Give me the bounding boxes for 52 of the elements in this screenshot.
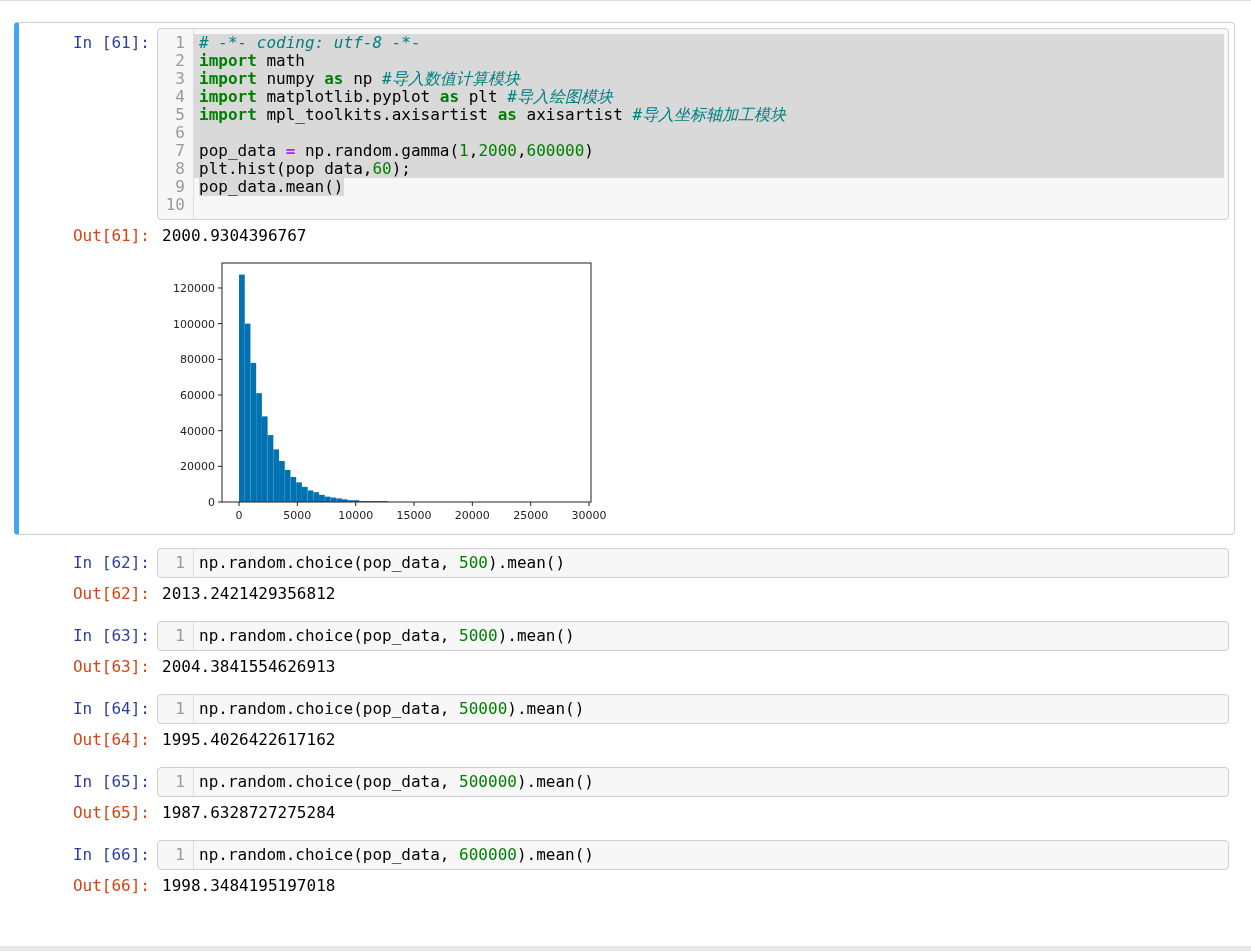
input-prompt: In [65]: [71, 771, 151, 791]
line-number: 9 [174, 178, 186, 196]
line-number: 3 [174, 70, 186, 88]
input-prompt: In [61]: [71, 32, 151, 52]
line-number: 1 [174, 34, 186, 52]
code-line: np.random.choice(pop_data, 500000).mean() [198, 773, 595, 791]
x-tick-label: 10000 [338, 509, 374, 522]
output-prompt: Out[66]: [71, 876, 151, 896]
output-text: 1987.6328727275284 [162, 803, 336, 823]
output-prompt: Out[64]: [71, 730, 151, 750]
output-text: 1998.3484195197018 [162, 876, 336, 896]
y-tick-label: 80000 [180, 353, 215, 367]
line-number: 6 [174, 124, 186, 142]
code-line: np.random.choice(pop_data, 500).mean() [198, 554, 567, 572]
x-tick-label: 20000 [454, 509, 490, 522]
line-number: 1 [174, 627, 186, 645]
line-number: 7 [174, 142, 186, 160]
input-prompt: In [64]: [71, 698, 151, 718]
output-prompt: Out[63]: [71, 657, 151, 677]
line-number: 2 [174, 52, 186, 70]
line-number: 1 [174, 773, 186, 791]
y-tick-label: 0 [208, 496, 215, 509]
y-tick-label: 100000 [173, 317, 215, 331]
line-number: 1 [174, 700, 186, 718]
output-text: 1995.4026422617162 [162, 730, 336, 750]
y-tick-label: 20000 [180, 460, 215, 474]
output-text: 2000.9304396767 [162, 226, 308, 246]
code-line: np.random.choice(pop_data, 5000).mean() [198, 627, 576, 645]
y-tick-label: 40000 [180, 424, 215, 438]
line-number: 1 [174, 846, 186, 864]
output-prompt: Out[65]: [71, 803, 151, 823]
x-tick-label: 25000 [513, 509, 549, 522]
code-line: np.random.choice(pop_data, 600000).mean() [198, 846, 595, 864]
output-prompt: Out[62]: [71, 584, 151, 604]
input-prompt: In [63]: [71, 625, 151, 645]
line-number: 10 [164, 196, 186, 214]
output-prompt: Out[61]: [71, 226, 151, 246]
y-tick-label: 60000 [180, 389, 215, 402]
input-prompt: In [66]: [71, 844, 151, 864]
output-text: 2004.3841554626913 [162, 657, 336, 677]
x-tick-label: 0 [235, 509, 243, 522]
x-tick-label: 15000 [396, 509, 432, 522]
line-number: 4 [174, 88, 186, 106]
line-number: 5 [174, 106, 186, 124]
x-tick-label: 5000 [283, 509, 312, 522]
line-number: 1 [174, 554, 186, 572]
code-line: np.random.choice(pop_data, 50000).mean() [198, 700, 586, 718]
x-tick-label: 30000 [571, 509, 607, 522]
line-number: 8 [174, 160, 186, 178]
y-tick-label: 120000 [173, 281, 215, 295]
input-prompt: In [62]: [71, 552, 151, 572]
output-text: 2013.2421429356812 [162, 584, 336, 604]
